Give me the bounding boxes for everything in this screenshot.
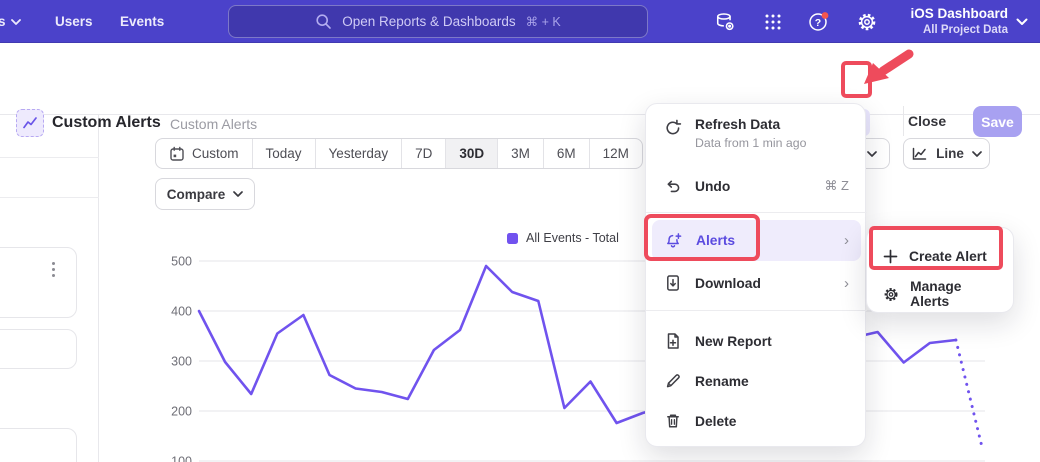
report-header: Custom Alerts Custom Alerts GV Duplicate… — [0, 43, 1040, 115]
alerts-submenu: Create Alert Manage Alerts — [866, 227, 1014, 313]
sidebar-card[interactable] — [0, 329, 77, 369]
close-button[interactable]: Close — [908, 113, 946, 129]
help-icon[interactable]: ? — [806, 9, 832, 35]
range-30d-selected[interactable]: 30D — [446, 139, 498, 168]
download-icon — [664, 274, 682, 292]
header-divider — [903, 106, 904, 136]
nav-item-users[interactable]: Users — [55, 0, 93, 43]
chevron-down-icon — [233, 191, 243, 197]
legend-label: All Events - Total — [526, 231, 619, 245]
report-type-icon — [16, 109, 44, 137]
submenu-item-manage-alerts[interactable]: Manage Alerts — [867, 276, 1015, 312]
settings-gear-icon[interactable] — [854, 9, 880, 35]
menu-subtitle: Data from 1 min ago — [695, 136, 806, 150]
search-input[interactable]: Open Reports & Dashboards ⌘ + K — [228, 5, 648, 38]
menu-item-delete[interactable]: Delete — [646, 402, 867, 440]
svg-text:400: 400 — [171, 305, 192, 319]
search-shortcut: ⌘ + K — [526, 14, 561, 29]
compare-button[interactable]: Compare — [155, 178, 255, 210]
chart-type-button[interactable]: Line — [903, 138, 990, 169]
menu-item-undo[interactable]: Undo ⌘ Z — [646, 166, 867, 206]
undo-shortcut: ⌘ Z — [824, 178, 849, 194]
search-placeholder: Open Reports & Dashboards — [342, 14, 515, 29]
chart-legend: All Events - Total — [507, 231, 619, 245]
svg-text:300: 300 — [171, 355, 192, 369]
menu-item-refresh-data[interactable]: Refresh Data Data from 1 min ago — [646, 114, 867, 158]
svg-text:100: 100 — [171, 455, 192, 462]
kebab-menu-icon[interactable] — [49, 259, 58, 280]
app-screen: 500 400 300 200 100 All Events - Total s Use… — [0, 0, 1040, 462]
menu-item-download[interactable]: Download › — [646, 264, 867, 302]
more-options-menu: Refresh Data Data from 1 min ago Undo ⌘ … — [645, 103, 866, 447]
nav-item-cutoff[interactable]: s — [0, 0, 21, 43]
svg-text:500: 500 — [171, 255, 192, 269]
save-button[interactable]: Save — [973, 106, 1022, 137]
range-7d[interactable]: 7D — [402, 139, 446, 168]
svg-text:?: ? — [815, 17, 821, 29]
project-switcher[interactable]: iOS Dashboard All Project Data — [910, 0, 1028, 43]
chevron-down-icon — [11, 19, 21, 25]
search-icon — [315, 13, 332, 30]
undo-icon — [664, 177, 682, 195]
range-yesterday[interactable]: Yesterday — [316, 139, 403, 168]
plus-icon — [883, 249, 898, 264]
page-title: Custom Alerts — [52, 114, 161, 132]
sidebar-card[interactable] — [0, 247, 77, 318]
pencil-icon — [664, 372, 682, 390]
menu-item-alerts[interactable]: Alerts › — [646, 220, 867, 261]
sidebar-card[interactable] — [0, 428, 77, 462]
submenu-item-create-alert[interactable]: Create Alert — [867, 236, 1015, 276]
refresh-icon — [664, 119, 682, 137]
new-report-icon — [664, 332, 682, 350]
range-3m[interactable]: 3M — [498, 139, 544, 168]
range-6m[interactable]: 6M — [544, 139, 590, 168]
range-custom[interactable]: Custom — [156, 139, 253, 168]
menu-item-new-report[interactable]: New Report — [646, 322, 867, 360]
chevron-down-icon — [1016, 18, 1028, 26]
line-chart-icon — [911, 146, 928, 162]
calendar-icon — [169, 146, 185, 162]
top-nav: s Users Events Open Reports & Dashboards… — [0, 0, 1040, 43]
alert-bell-plus-icon — [664, 232, 683, 250]
project-scope: All Project Data — [910, 23, 1008, 37]
apps-grid-icon[interactable] — [760, 9, 786, 35]
svg-text:200: 200 — [171, 405, 192, 419]
chevron-down-icon — [867, 151, 877, 157]
nav-item-events[interactable]: Events — [120, 0, 164, 43]
data-management-icon[interactable] — [712, 9, 738, 35]
menu-item-rename[interactable]: Rename — [646, 362, 867, 400]
breadcrumb: Custom Alerts — [170, 116, 257, 132]
project-name: iOS Dashboard — [910, 6, 1008, 23]
range-today[interactable]: Today — [253, 139, 316, 168]
submenu-chevron-icon: › — [844, 275, 849, 292]
trash-icon — [664, 412, 682, 430]
submenu-chevron-icon: › — [844, 232, 849, 249]
menu-label: Refresh Data — [695, 117, 806, 132]
legend-swatch — [507, 233, 518, 244]
left-sidebar — [0, 115, 99, 462]
date-range-selector: Custom Today Yesterday 7D 30D 3M 6M 12M — [155, 138, 643, 169]
chevron-down-icon — [972, 151, 982, 157]
gear-icon — [883, 286, 899, 303]
range-12m[interactable]: 12M — [590, 139, 642, 168]
